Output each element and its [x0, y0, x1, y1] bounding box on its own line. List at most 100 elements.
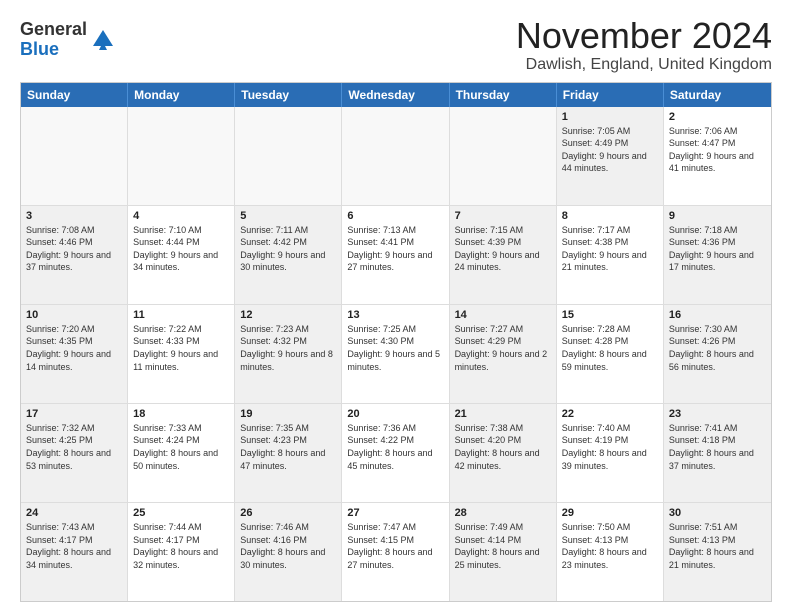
- calendar-row-3: 17 Sunrise: 7:32 AM Sunset: 4:25 PM Dayli…: [21, 404, 771, 503]
- calendar-cell: 7Sunrise: 7:15 AM Sunset: 4:39 PM Daylig…: [450, 206, 557, 304]
- calendar-cell: 14 Sunrise: 7:27 AM Sunset: 4:29 PM Dayli…: [450, 305, 557, 403]
- calendar-cell: [235, 107, 342, 205]
- calendar-cell: 18 Sunrise: 7:33 AM Sunset: 4:24 PM Dayli…: [128, 404, 235, 502]
- calendar-cell: 26 Sunrise: 7:46 AM Sunset: 4:16 PM Dayli…: [235, 503, 342, 601]
- day-info: Sunrise: 7:27 AM Sunset: 4:29 PM Dayligh…: [455, 323, 551, 373]
- calendar-row-2: 10 Sunrise: 7:20 AM Sunset: 4:35 PM Dayli…: [21, 305, 771, 404]
- day-number: 6: [347, 210, 443, 222]
- day-number: 21: [455, 408, 551, 420]
- day-number: 14: [455, 309, 551, 321]
- calendar-cell: 4 Sunrise: 7:10 AM Sunset: 4:44 PM Daylig…: [128, 206, 235, 304]
- day-number: 20: [347, 408, 443, 420]
- day-number: 30: [669, 507, 766, 519]
- calendar-cell: 11 Sunrise: 7:22 AM Sunset: 4:33 PM Dayli…: [128, 305, 235, 403]
- calendar-cell: 30 Sunrise: 7:51 AM Sunset: 4:13 PM Dayli…: [664, 503, 771, 601]
- day-number: 24: [26, 507, 122, 519]
- day-number: 23: [669, 408, 766, 420]
- header-day-monday: Monday: [128, 83, 235, 107]
- day-number: 18: [133, 408, 229, 420]
- day-info: Sunrise: 7:17 AM Sunset: 4:38 PM Dayligh…: [562, 224, 658, 274]
- day-number: 2: [669, 111, 766, 123]
- day-info: Sunrise: 7:18 AM Sunset: 4:36 PM Dayligh…: [669, 224, 766, 274]
- day-info: Sunrise: 7:36 AM Sunset: 4:22 PM Dayligh…: [347, 422, 443, 472]
- calendar-cell: 19 Sunrise: 7:35 AM Sunset: 4:23 PM Dayli…: [235, 404, 342, 502]
- day-number: 8: [562, 210, 658, 222]
- day-number: 1: [562, 111, 658, 123]
- subtitle: Dawlish, England, United Kingdom: [516, 56, 772, 74]
- calendar-cell: 29Sunrise: 7:50 AM Sunset: 4:13 PM Dayli…: [557, 503, 664, 601]
- day-info: Sunrise: 7:33 AM Sunset: 4:24 PM Dayligh…: [133, 422, 229, 472]
- day-info: Sunrise: 7:50 AM Sunset: 4:13 PM Dayligh…: [562, 521, 658, 571]
- calendar-cell: 17 Sunrise: 7:32 AM Sunset: 4:25 PM Dayli…: [21, 404, 128, 502]
- logo: General Blue: [20, 20, 117, 60]
- day-number: 26: [240, 507, 336, 519]
- day-number: 15: [562, 309, 658, 321]
- logo-icon: [89, 26, 117, 54]
- header-day-thursday: Thursday: [450, 83, 557, 107]
- page: General Blue November 2024 Dawlish, Engl…: [0, 0, 792, 612]
- calendar-cell: [450, 107, 557, 205]
- calendar-cell: 22 Sunrise: 7:40 AM Sunset: 4:19 PM Dayli…: [557, 404, 664, 502]
- calendar-row-1: 3Sunrise: 7:08 AM Sunset: 4:46 PM Daylig…: [21, 206, 771, 305]
- day-number: 5: [240, 210, 336, 222]
- day-number: 22: [562, 408, 658, 420]
- calendar-row-4: 24Sunrise: 7:43 AM Sunset: 4:17 PM Dayli…: [21, 503, 771, 601]
- day-info: Sunrise: 7:20 AM Sunset: 4:35 PM Dayligh…: [26, 323, 122, 373]
- logo-blue-text: Blue: [20, 39, 59, 59]
- day-number: 10: [26, 309, 122, 321]
- day-info: Sunrise: 7:22 AM Sunset: 4:33 PM Dayligh…: [133, 323, 229, 373]
- day-number: 13: [347, 309, 443, 321]
- day-info: Sunrise: 7:13 AM Sunset: 4:41 PM Dayligh…: [347, 224, 443, 274]
- day-info: Sunrise: 7:23 AM Sunset: 4:32 PM Dayligh…: [240, 323, 336, 373]
- header-day-saturday: Saturday: [664, 83, 771, 107]
- header-day-sunday: Sunday: [21, 83, 128, 107]
- calendar-header: SundayMondayTuesdayWednesdayThursdayFrid…: [21, 83, 771, 107]
- calendar-cell: 1Sunrise: 7:05 AM Sunset: 4:49 PM Daylig…: [557, 107, 664, 205]
- calendar-cell: 12 Sunrise: 7:23 AM Sunset: 4:32 PM Dayli…: [235, 305, 342, 403]
- calendar-cell: 15 Sunrise: 7:28 AM Sunset: 4:28 PM Dayli…: [557, 305, 664, 403]
- day-info: Sunrise: 7:41 AM Sunset: 4:18 PM Dayligh…: [669, 422, 766, 472]
- calendar-cell: 21 Sunrise: 7:38 AM Sunset: 4:20 PM Dayli…: [450, 404, 557, 502]
- day-info: Sunrise: 7:06 AM Sunset: 4:47 PM Dayligh…: [669, 125, 766, 175]
- day-info: Sunrise: 7:32 AM Sunset: 4:25 PM Dayligh…: [26, 422, 122, 472]
- calendar-cell: 20 Sunrise: 7:36 AM Sunset: 4:22 PM Dayli…: [342, 404, 449, 502]
- calendar-cell: 28Sunrise: 7:49 AM Sunset: 4:14 PM Dayli…: [450, 503, 557, 601]
- calendar-cell: 27 Sunrise: 7:47 AM Sunset: 4:15 PM Dayli…: [342, 503, 449, 601]
- day-info: Sunrise: 7:46 AM Sunset: 4:16 PM Dayligh…: [240, 521, 336, 571]
- logo-general-text: General: [20, 19, 87, 39]
- calendar-cell: 23 Sunrise: 7:41 AM Sunset: 4:18 PM Dayli…: [664, 404, 771, 502]
- day-number: 4: [133, 210, 229, 222]
- day-info: Sunrise: 7:10 AM Sunset: 4:44 PM Dayligh…: [133, 224, 229, 274]
- day-info: Sunrise: 7:44 AM Sunset: 4:17 PM Dayligh…: [133, 521, 229, 571]
- calendar-cell: 13 Sunrise: 7:25 AM Sunset: 4:30 PM Dayli…: [342, 305, 449, 403]
- day-info: Sunrise: 7:25 AM Sunset: 4:30 PM Dayligh…: [347, 323, 443, 373]
- day-number: 9: [669, 210, 766, 222]
- day-info: Sunrise: 7:11 AM Sunset: 4:42 PM Dayligh…: [240, 224, 336, 274]
- day-number: 7: [455, 210, 551, 222]
- calendar-cell: 10 Sunrise: 7:20 AM Sunset: 4:35 PM Dayli…: [21, 305, 128, 403]
- header: General Blue November 2024 Dawlish, Engl…: [20, 16, 772, 74]
- day-info: Sunrise: 7:47 AM Sunset: 4:15 PM Dayligh…: [347, 521, 443, 571]
- day-number: 27: [347, 507, 443, 519]
- calendar-cell: 6 Sunrise: 7:13 AM Sunset: 4:41 PM Daylig…: [342, 206, 449, 304]
- day-info: Sunrise: 7:51 AM Sunset: 4:13 PM Dayligh…: [669, 521, 766, 571]
- calendar-cell: 8 Sunrise: 7:17 AM Sunset: 4:38 PM Daylig…: [557, 206, 664, 304]
- day-number: 11: [133, 309, 229, 321]
- calendar-cell: [128, 107, 235, 205]
- day-number: 28: [455, 507, 551, 519]
- day-info: Sunrise: 7:28 AM Sunset: 4:28 PM Dayligh…: [562, 323, 658, 373]
- calendar-cell: 25Sunrise: 7:44 AM Sunset: 4:17 PM Dayli…: [128, 503, 235, 601]
- day-info: Sunrise: 7:35 AM Sunset: 4:23 PM Dayligh…: [240, 422, 336, 472]
- calendar-cell: 3Sunrise: 7:08 AM Sunset: 4:46 PM Daylig…: [21, 206, 128, 304]
- calendar-cell: 5 Sunrise: 7:11 AM Sunset: 4:42 PM Daylig…: [235, 206, 342, 304]
- day-info: Sunrise: 7:38 AM Sunset: 4:20 PM Dayligh…: [455, 422, 551, 472]
- day-number: 19: [240, 408, 336, 420]
- calendar-cell: [21, 107, 128, 205]
- header-day-wednesday: Wednesday: [342, 83, 449, 107]
- day-number: 12: [240, 309, 336, 321]
- calendar-cell: 16Sunrise: 7:30 AM Sunset: 4:26 PM Dayli…: [664, 305, 771, 403]
- day-number: 17: [26, 408, 122, 420]
- day-number: 16: [669, 309, 766, 321]
- calendar-cell: 2 Sunrise: 7:06 AM Sunset: 4:47 PM Daylig…: [664, 107, 771, 205]
- day-info: Sunrise: 7:40 AM Sunset: 4:19 PM Dayligh…: [562, 422, 658, 472]
